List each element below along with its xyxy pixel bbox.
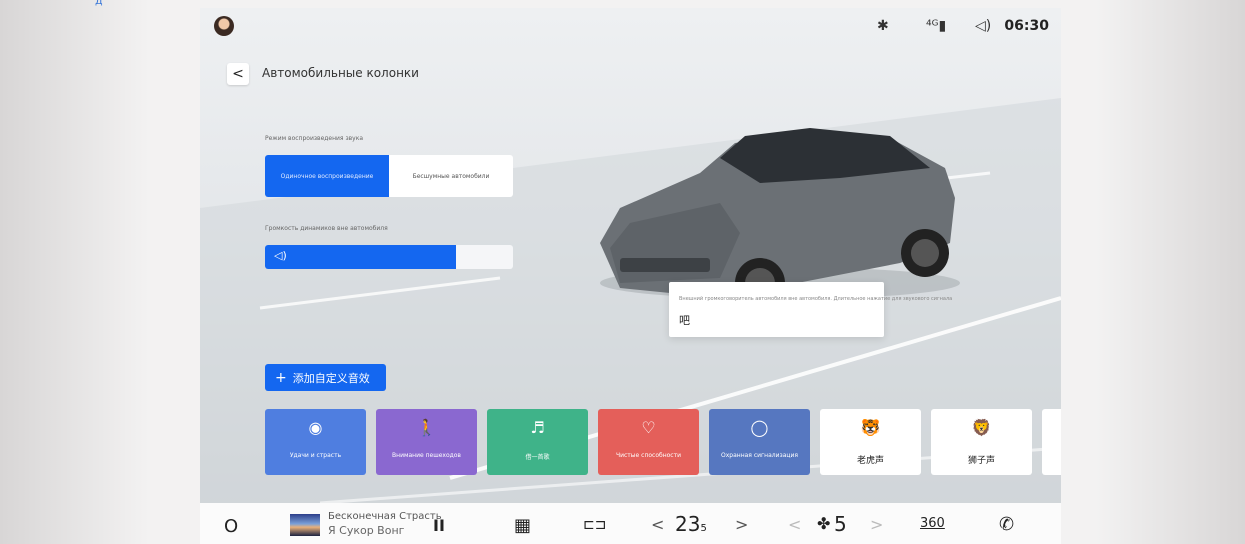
fan-up-button[interactable]: > <box>870 515 883 534</box>
fan-down-button[interactable]: < <box>788 515 801 534</box>
tooltip-text: Внешний громкоговоритель автомобиля вне … <box>679 296 953 302</box>
bluetooth-icon: ✱ <box>877 18 889 34</box>
playback-mode-label: Режим воспроизведения звука <box>265 135 364 142</box>
clock: 06:30 <box>1004 18 1049 34</box>
shield-check-icon: ◯ <box>750 418 769 437</box>
lion-icon: 🦁 <box>971 418 992 437</box>
signal-icon: ⁴ᴳ▮ <box>926 18 947 34</box>
album-art[interactable] <box>290 514 320 536</box>
speech-bubble-icon: ◉ <box>308 418 323 437</box>
back-button[interactable]: < <box>227 63 249 85</box>
volume-icon: ◁) <box>274 249 287 262</box>
status-bar: ✱ ⁴ᴳ▮ ◁) 06:30 <box>200 8 1061 44</box>
external-volume-label: Громкость динамиков вне автомобиля <box>265 225 388 232</box>
sound-card[interactable]: 🐯 老虎声 <box>820 409 921 475</box>
sound-card-partial[interactable] <box>1042 409 1061 475</box>
apps-grid-icon[interactable]: ▦ <box>514 515 531 536</box>
sound-card-label: Чистые способности <box>616 452 681 459</box>
sound-card-label: 老虎声 <box>856 456 884 466</box>
sound-card-label: 借一首歌 <box>525 454 550 461</box>
sound-card[interactable]: ♡ Чистые способности <box>598 409 699 475</box>
temp-down-button[interactable]: < <box>651 515 664 534</box>
sound-card-label: Внимание пешеходов <box>392 452 461 459</box>
tiger-icon: 🐯 <box>860 418 881 437</box>
sound-card-label: 狮子声 <box>967 456 995 466</box>
top-strip-text: д <box>95 0 103 7</box>
fan-icon: ✤ <box>817 514 831 533</box>
song-artist: Я Сукор Вонг <box>328 524 405 537</box>
sound-card[interactable]: 🦁 狮子声 <box>931 409 1032 475</box>
user-avatar[interactable] <box>214 16 234 36</box>
playback-option-single[interactable]: Одиночное воспроизведение <box>265 155 389 197</box>
home-button[interactable]: O <box>224 516 238 537</box>
plus-icon: + <box>275 369 287 386</box>
add-custom-sound-button[interactable]: + 添加自定义音效 <box>265 364 386 391</box>
heart-icon: ♡ <box>641 418 656 437</box>
add-custom-sound-label: 添加自定义音效 <box>292 371 370 385</box>
page-title: Автомобильные колонки <box>262 66 419 80</box>
external-volume-slider[interactable]: ◁) <box>265 245 513 269</box>
sound-card-label: Охранная сигнализация <box>721 452 798 459</box>
volume-icon: ◁) <box>975 18 992 34</box>
sound-card[interactable]: ◉ Удачи и страсть <box>265 409 366 475</box>
sound-card[interactable]: ◯ Охранная сигнализация <box>709 409 810 475</box>
info-tooltip: Внешний громкоговоритель автомобиля вне … <box>669 282 952 337</box>
music-icon: ♬ <box>530 418 545 437</box>
top-strip: д <box>0 0 1245 8</box>
car-settings-icon[interactable]: ⊏⊐ <box>583 517 606 533</box>
car-display: ✱ ⁴ᴳ▮ ◁) 06:30 < Автомобильные колонки Р… <box>200 8 1061 544</box>
now-playing[interactable]: Бесконечная Страсть Я Сукор Вонг <box>328 510 442 538</box>
walking-person-icon: 🚶 <box>416 418 437 437</box>
temperature-integer: 23 <box>675 512 701 536</box>
tooltip-value: 吧 <box>679 314 690 327</box>
temp-up-button[interactable]: > <box>735 515 748 534</box>
pause-button[interactable]: II <box>433 516 445 535</box>
sound-card[interactable]: ♬ 借一首歌 <box>487 409 588 475</box>
bottom-dock: O Бесконечная Страсть Я Сукор Вонг II ▦ … <box>200 503 1061 544</box>
song-title: Бесконечная Страсть <box>328 511 442 522</box>
camera-360-button[interactable]: 360 <box>920 516 945 531</box>
playback-option-silent[interactable]: Бесшумные автомобили <box>389 155 513 197</box>
fan-level: 5 <box>834 512 847 536</box>
sound-card-label: Удачи и страсть <box>289 452 342 459</box>
volume-slider-fill <box>265 245 456 269</box>
temperature-decimal: 5 <box>700 523 707 534</box>
temperature-value: 235 <box>675 512 707 536</box>
sound-card[interactable]: 🚶 Внимание пешеходов <box>376 409 477 475</box>
playback-mode-selector: Одиночное воспроизведение Бесшумные авто… <box>265 155 513 197</box>
phone-icon[interactable]: ✆ <box>999 514 1014 535</box>
